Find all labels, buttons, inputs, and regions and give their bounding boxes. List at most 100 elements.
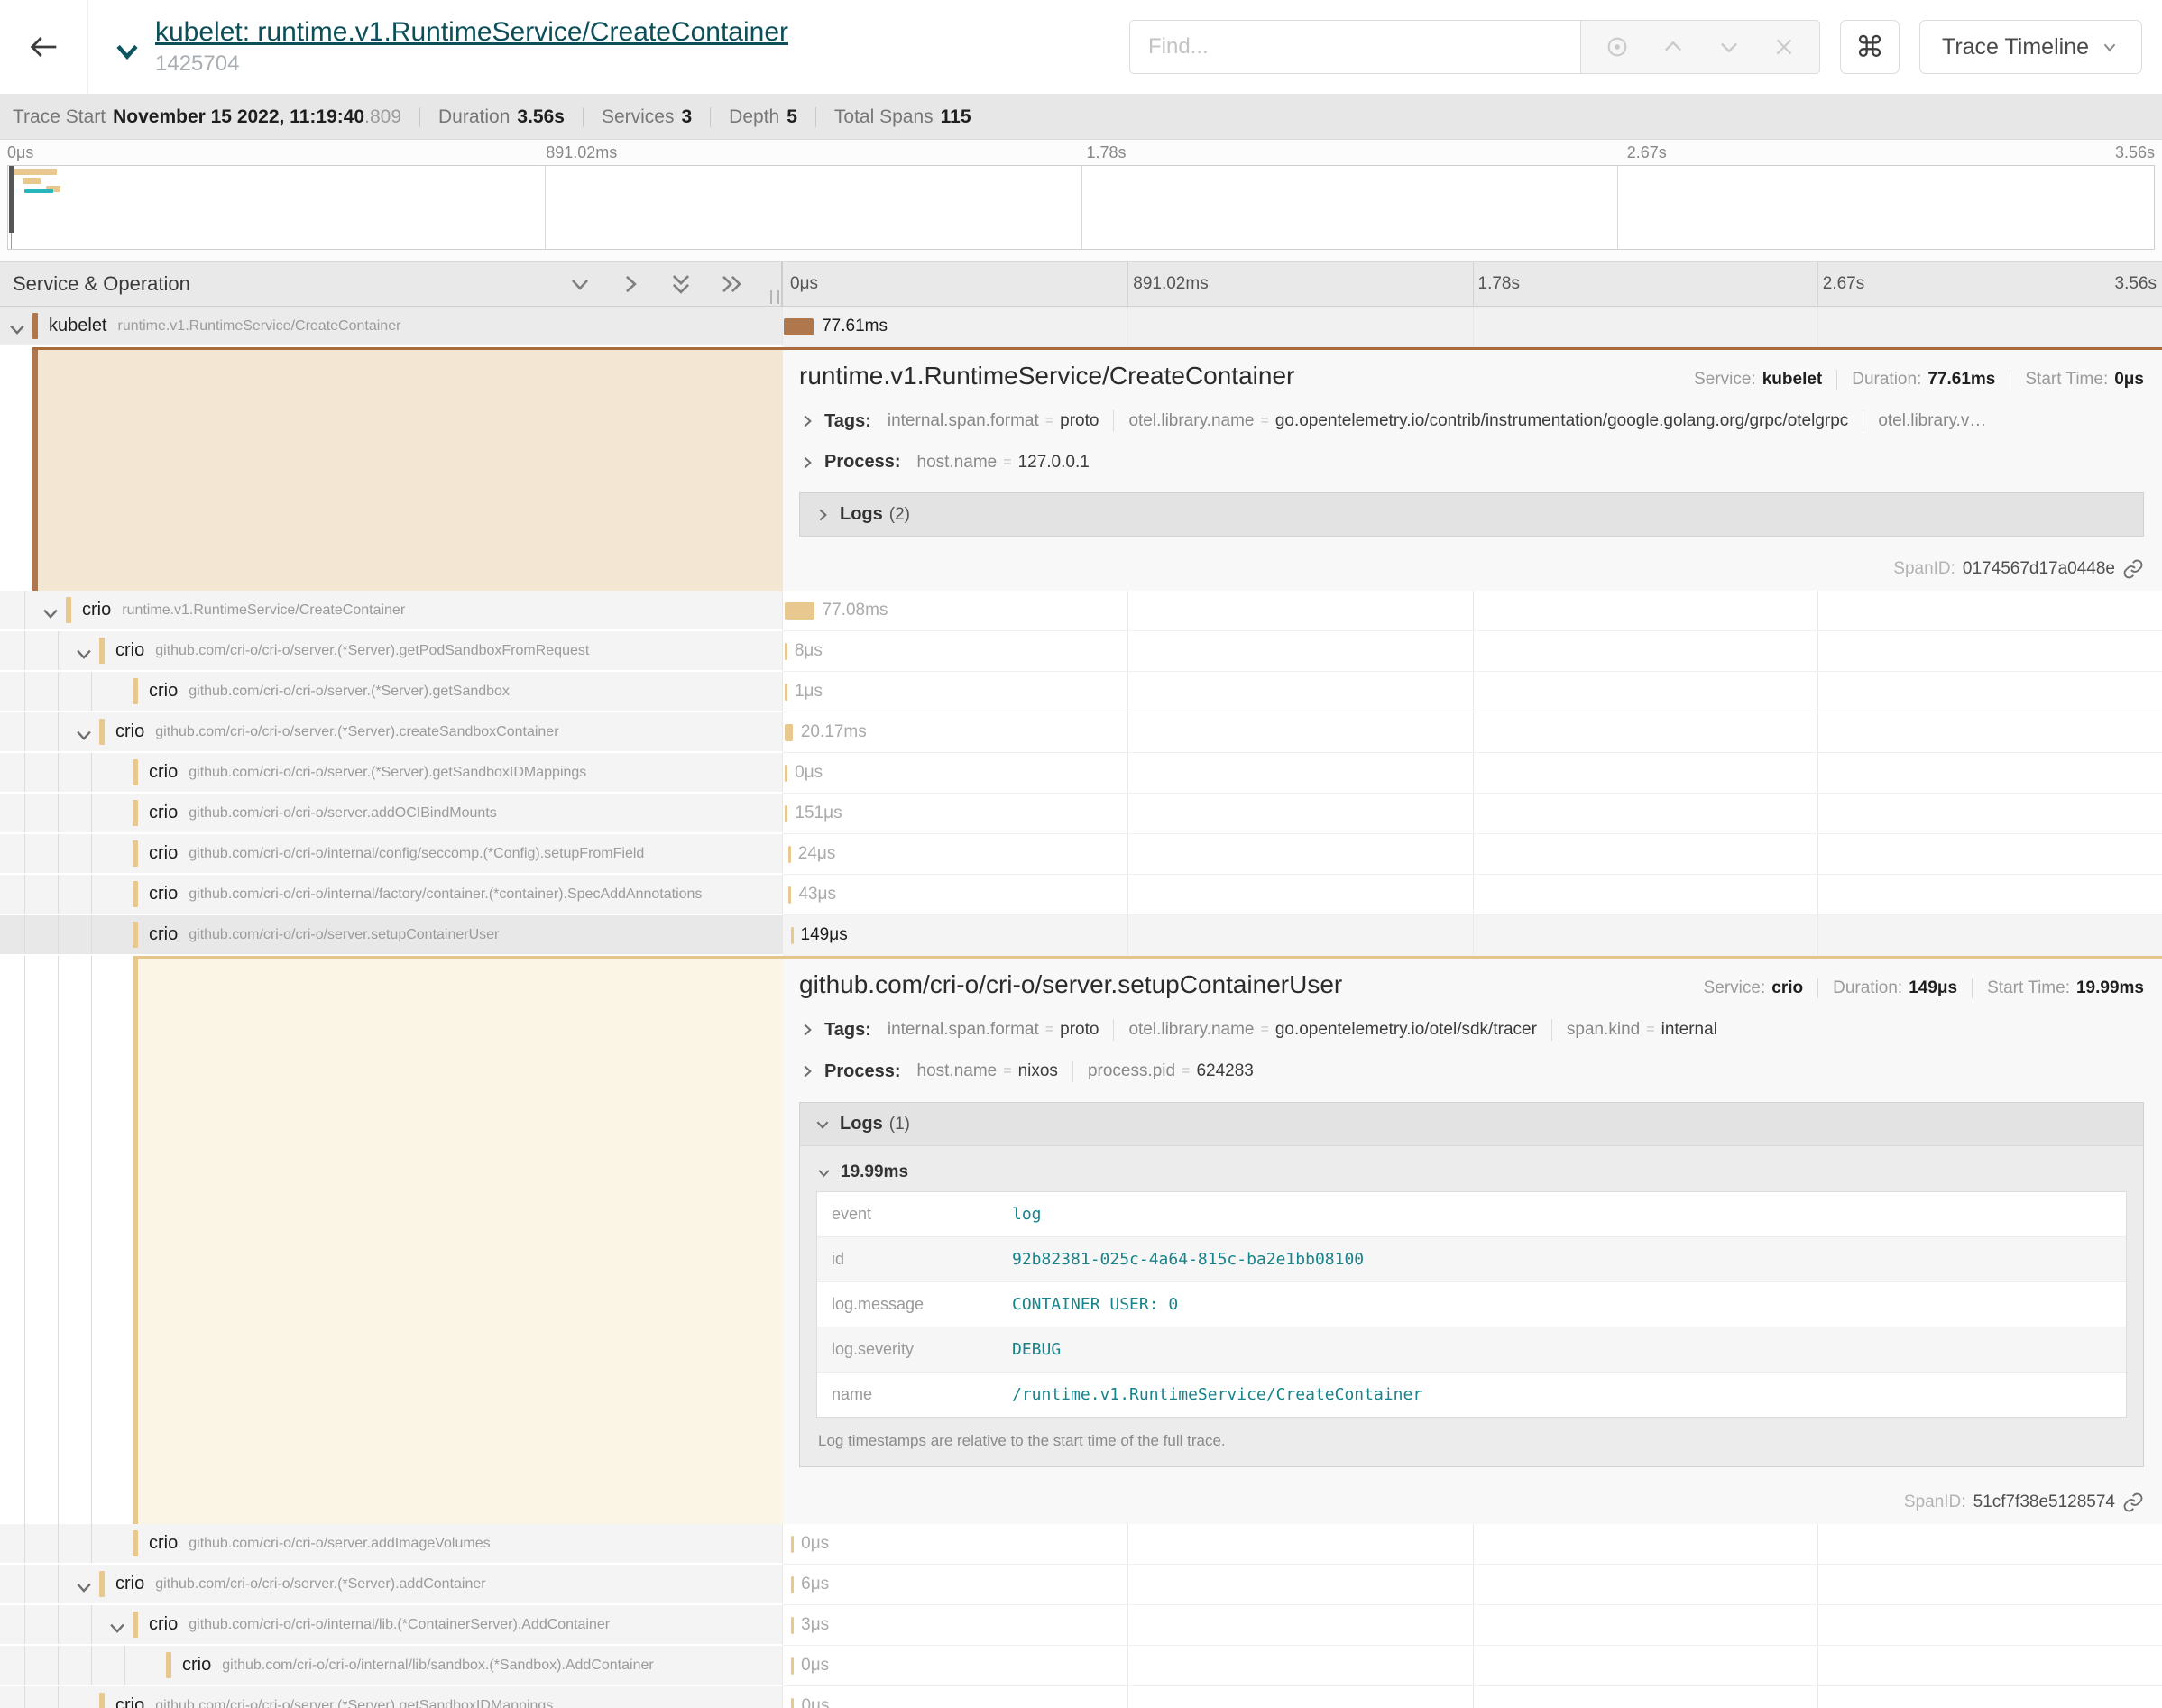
span-row[interactable]: kubelet runtime.v1.RuntimeService/Create…: [0, 307, 2162, 347]
span-duration-bar[interactable]: [791, 1657, 794, 1675]
span-name-cell[interactable]: crio github.com/cri-o/cri-o/server.addOC…: [0, 794, 783, 834]
span-duration-bar[interactable]: [785, 643, 787, 660]
span-row[interactable]: crio github.com/cri-o/cri-o/server.(*Ser…: [0, 631, 2162, 672]
expand-all-icon[interactable]: [720, 272, 743, 296]
span-duration-bar[interactable]: [791, 1536, 794, 1553]
span-name-cell[interactable]: crio github.com/cri-o/cri-o/server.addIm…: [0, 1524, 783, 1565]
span-timeline-cell[interactable]: 151μs: [783, 794, 2162, 834]
span-duration-bar[interactable]: [788, 886, 791, 904]
indent-guide: [58, 794, 59, 832]
span-row[interactable]: crio github.com/cri-o/cri-o/server.setup…: [0, 915, 2162, 956]
logs-accordion[interactable]: Logs (1): [800, 1103, 2143, 1145]
span-duration-bar[interactable]: [791, 1576, 794, 1593]
span-name-cell[interactable]: crio github.com/cri-o/cri-o/server.setup…: [0, 915, 783, 956]
span-row[interactable]: crio github.com/cri-o/cri-o/server.(*Ser…: [0, 712, 2162, 753]
span-duration-bar[interactable]: [788, 846, 791, 863]
span-name-cell[interactable]: crio runtime.v1.RuntimeService/CreateCon…: [0, 591, 783, 631]
expand-one-icon[interactable]: [619, 272, 642, 296]
trace-title-link[interactable]: kubelet: runtime.v1.RuntimeService/Creat…: [155, 17, 788, 48]
back-button[interactable]: [0, 0, 88, 94]
span-name-cell[interactable]: crio github.com/cri-o/cri-o/server.(*Ser…: [0, 672, 783, 712]
span-name-cell[interactable]: crio github.com/cri-o/cri-o/server.(*Ser…: [0, 753, 783, 794]
span-duration-bar[interactable]: [785, 765, 787, 782]
span-name-cell[interactable]: crio github.com/cri-o/cri-o/server.(*Ser…: [0, 1565, 783, 1605]
link-icon[interactable]: [2122, 558, 2144, 580]
span-name-cell[interactable]: crio github.com/cri-o/cri-o/internal/con…: [0, 834, 783, 875]
span-row[interactable]: crio github.com/cri-o/cri-o/server.(*Ser…: [0, 1565, 2162, 1605]
link-icon[interactable]: [2122, 1492, 2144, 1513]
span-name-cell[interactable]: crio github.com/cri-o/cri-o/server.(*Ser…: [0, 1686, 783, 1708]
span-name-cell[interactable]: crio github.com/cri-o/cri-o/server.(*Ser…: [0, 631, 783, 672]
minimap-tick: 2.67s: [1627, 143, 1667, 162]
span-duration-bar[interactable]: [791, 1698, 794, 1708]
span-name-cell[interactable]: crio github.com/cri-o/cri-o/server.(*Ser…: [0, 712, 783, 753]
span-row[interactable]: crio github.com/cri-o/cri-o/server.addOC…: [0, 794, 2162, 834]
span-timeline-cell[interactable]: 24μs: [783, 834, 2162, 875]
span-timeline-cell[interactable]: 0μs: [783, 753, 2162, 794]
log-field-row: log.severityDEBUG: [817, 1327, 2126, 1373]
span-timeline-cell[interactable]: 1μs: [783, 672, 2162, 712]
span-timeline-cell[interactable]: 77.08ms: [783, 591, 2162, 631]
span-row[interactable]: crio github.com/cri-o/cri-o/internal/lib…: [0, 1646, 2162, 1686]
span-row[interactable]: crio github.com/cri-o/cri-o/server.(*Ser…: [0, 1686, 2162, 1708]
collapse-trace-chevron-icon[interactable]: [112, 36, 143, 67]
find-prev-icon[interactable]: [1661, 34, 1686, 60]
indent-guide: [91, 875, 92, 914]
span-name-cell[interactable]: crio github.com/cri-o/cri-o/internal/fac…: [0, 875, 783, 915]
collapse-one-icon[interactable]: [568, 272, 592, 296]
span-timeline-cell[interactable]: 0μs: [783, 1686, 2162, 1708]
chevron-down-icon[interactable]: [41, 603, 60, 623]
span-duration-bar[interactable]: [785, 602, 814, 620]
span-name-cell[interactable]: kubelet runtime.v1.RuntimeService/Create…: [0, 307, 783, 347]
minimap-drag-handle[interactable]: [9, 166, 14, 233]
chevron-down-icon[interactable]: [74, 725, 94, 745]
column-resizer-grip[interactable]: [770, 290, 779, 304]
process-accordion[interactable]: Process: host.name=127.0.0.1: [799, 452, 2144, 473]
minimap-canvas[interactable]: [7, 165, 2155, 250]
chevron-down-icon[interactable]: [7, 319, 27, 339]
span-duration-bar[interactable]: [791, 927, 794, 944]
span-timeline-cell[interactable]: 8μs: [783, 631, 2162, 672]
chevron-down-icon[interactable]: [74, 1577, 94, 1597]
trace-view-dropdown[interactable]: Trace Timeline: [1919, 20, 2142, 74]
span-timeline-cell[interactable]: 149μs: [783, 915, 2162, 956]
span-row[interactable]: crio github.com/cri-o/cri-o/internal/fac…: [0, 875, 2162, 915]
span-timeline-cell[interactable]: 20.17ms: [783, 712, 2162, 753]
span-row[interactable]: crio github.com/cri-o/cri-o/internal/lib…: [0, 1605, 2162, 1646]
tag-key: host.name: [917, 1061, 998, 1081]
span-duration-bar[interactable]: [785, 724, 793, 741]
span-timeline-cell[interactable]: 0μs: [783, 1646, 2162, 1686]
tags-accordion[interactable]: Tags: internal.span.format=protootel.lib…: [799, 410, 2144, 432]
span-timeline-cell[interactable]: 43μs: [783, 875, 2162, 915]
tags-accordion[interactable]: Tags: internal.span.format=protootel.lib…: [799, 1019, 2144, 1041]
span-duration-bar[interactable]: [784, 318, 814, 335]
span-row[interactable]: crio github.com/cri-o/cri-o/server.addIm…: [0, 1524, 2162, 1565]
span-timeline-cell[interactable]: 0μs: [783, 1524, 2162, 1565]
span-duration-bar[interactable]: [791, 1617, 794, 1634]
chevron-down-icon[interactable]: [107, 1618, 127, 1638]
span-duration-bar[interactable]: [785, 805, 787, 822]
keyboard-shortcuts-button[interactable]: ⌘: [1840, 20, 1900, 74]
span-timeline-cell[interactable]: 6μs: [783, 1565, 2162, 1605]
locate-icon[interactable]: [1605, 34, 1630, 60]
logs-accordion[interactable]: Logs (2): [800, 493, 2143, 536]
clear-find-icon[interactable]: [1772, 35, 1796, 59]
span-row[interactable]: crio github.com/cri-o/cri-o/internal/con…: [0, 834, 2162, 875]
span-duration-bar[interactable]: [785, 684, 787, 701]
find-next-icon[interactable]: [1716, 34, 1742, 60]
trace-minimap[interactable]: 0μs 891.02ms 1.78s 2.67s 3.56s: [0, 140, 2162, 261]
span-labels: crio github.com/cri-o/cri-o/server.(*Ser…: [0, 631, 782, 670]
span-timeline-cell[interactable]: 77.61ms: [783, 307, 2162, 347]
span-name-cell[interactable]: crio github.com/cri-o/cri-o/internal/lib…: [0, 1605, 783, 1646]
collapse-all-icon[interactable]: [669, 272, 693, 296]
span-row[interactable]: crio github.com/cri-o/cri-o/server.(*Ser…: [0, 672, 2162, 712]
chevron-down-icon[interactable]: [74, 644, 94, 664]
timeline-grid-header: Service & Operation 0μs 891.02ms 1.78s 2…: [0, 261, 2162, 307]
log-entry-toggle[interactable]: 19.99ms: [816, 1155, 2127, 1191]
process-accordion[interactable]: Process: host.name=nixosprocess.pid=6242…: [799, 1061, 2144, 1082]
span-row[interactable]: crio github.com/cri-o/cri-o/server.(*Ser…: [0, 753, 2162, 794]
span-name-cell[interactable]: crio github.com/cri-o/cri-o/internal/lib…: [0, 1646, 783, 1686]
span-timeline-cell[interactable]: 3μs: [783, 1605, 2162, 1646]
find-input[interactable]: [1129, 20, 1580, 74]
span-row[interactable]: crio runtime.v1.RuntimeService/CreateCon…: [0, 591, 2162, 631]
